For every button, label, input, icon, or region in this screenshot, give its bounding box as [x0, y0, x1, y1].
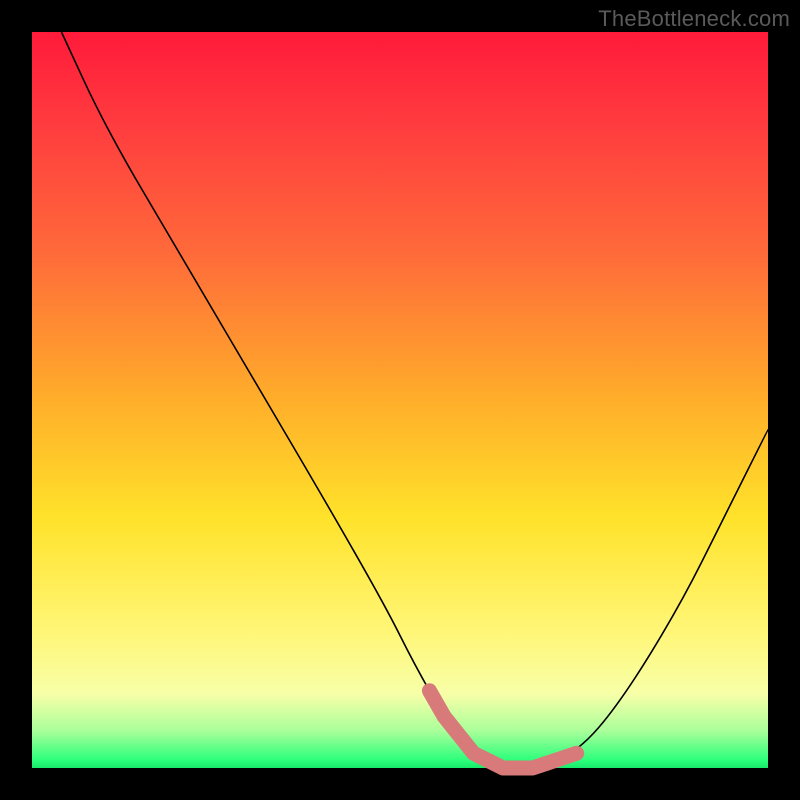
- bottleneck-curve-svg: [32, 32, 768, 768]
- bottleneck-curve: [61, 32, 768, 768]
- chart-frame: TheBottleneck.com: [0, 0, 800, 800]
- optimal-range-highlight: [429, 691, 576, 768]
- watermark-text: TheBottleneck.com: [598, 6, 790, 32]
- plot-area: [32, 32, 768, 768]
